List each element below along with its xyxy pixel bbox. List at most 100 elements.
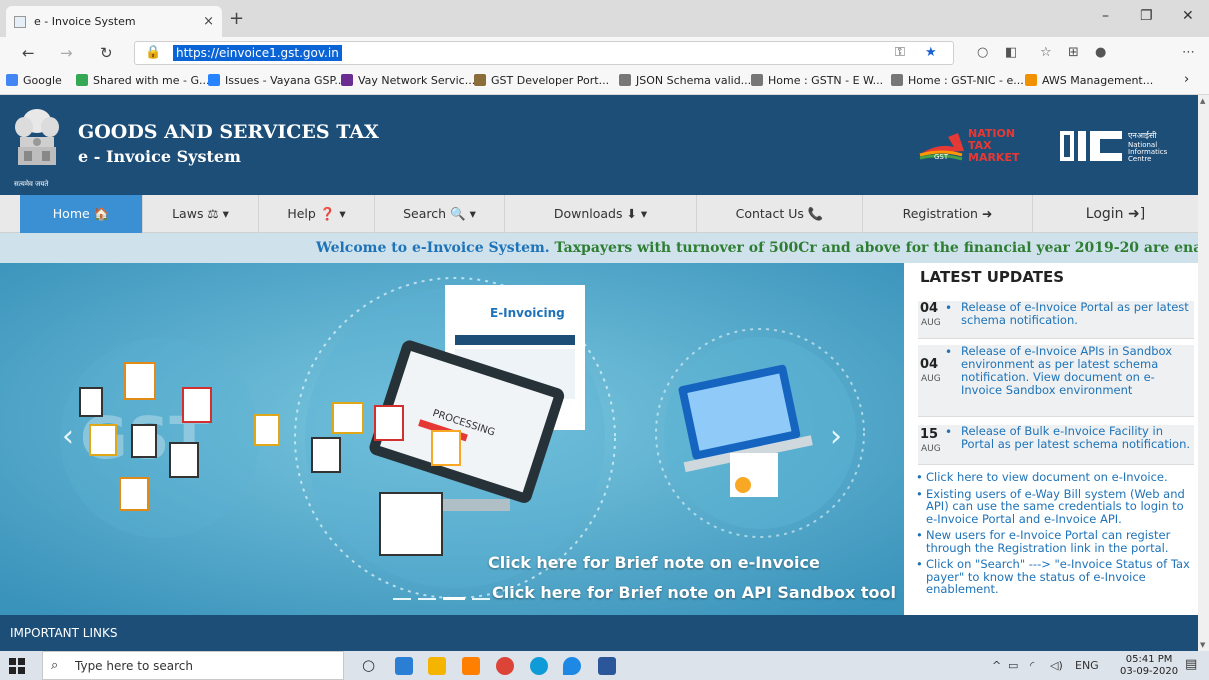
update-text[interactable]: Release of e-Invoice Portal as per lates… [961, 301, 1193, 327]
address-bar[interactable]: 🔒 https://einvoice1.gst.gov.in ⚿ ★ [134, 41, 954, 65]
jira-icon [208, 74, 220, 86]
tab-close-icon[interactable]: × [203, 14, 214, 29]
url-text[interactable]: https://einvoice1.gst.gov.in [173, 45, 342, 61]
extension-puzzle-icon[interactable]: ◧ [1005, 45, 1017, 60]
drop-app-icon[interactable] [563, 657, 581, 675]
refresh-icon[interactable]: ↻ [100, 44, 113, 62]
svg-text:›: › [830, 419, 842, 454]
update-month: AUG [921, 374, 941, 384]
network-icon [341, 74, 353, 86]
more-bookmarks-icon[interactable]: › [1184, 72, 1189, 87]
nav-registration[interactable]: Registration ➜ [863, 195, 1033, 233]
update-month: AUG [921, 444, 941, 454]
note-item[interactable]: Existing users of e-Way Bill system (Web… [916, 487, 1194, 526]
svg-text:‹: ‹ [62, 419, 74, 454]
main-nav: Home 🏠 Laws ⚖ ▾ Help ❓ ▾ Search 🔍 ▾ Down… [0, 195, 1198, 233]
wifi-icon[interactable]: ◜ [1030, 659, 1034, 672]
sublime-icon[interactable] [462, 657, 480, 675]
back-icon[interactable]: ← [22, 44, 35, 62]
chrome-icon[interactable] [496, 657, 514, 675]
bookmark-issues[interactable]: Issues - Vayana GSP... [208, 74, 345, 87]
update-item[interactable]: 04 AUG • Release of e-Invoice APIs in Sa… [918, 345, 1194, 417]
update-item[interactable]: 15 AUG • Release of Bulk e-Invoice Facil… [918, 425, 1194, 465]
site-title: GOODS AND SERVICES TAX [78, 121, 379, 143]
bookmark-gst-developer[interactable]: GST Developer Port... [474, 74, 609, 87]
favorites-list-icon[interactable]: ☆ [1040, 45, 1052, 60]
nav-home[interactable]: Home 🏠 [20, 195, 143, 233]
close-window-button[interactable]: ✕ [1182, 8, 1194, 24]
favorite-star-icon[interactable]: ★ [925, 45, 937, 60]
notifications-icon[interactable]: ▤ [1185, 657, 1197, 672]
update-text[interactable]: Release of e-Invoice APIs in Sandbox env… [961, 345, 1193, 397]
file-explorer-icon[interactable] [428, 657, 446, 675]
drive-icon [76, 74, 88, 86]
taskbar-people-icon[interactable] [395, 657, 413, 675]
bookmark-vay-network[interactable]: Vay Network Servic... [341, 74, 475, 87]
language-indicator[interactable]: ENG [1075, 659, 1099, 672]
edge-icon[interactable] [530, 657, 548, 675]
windows-start-icon[interactable] [8, 657, 26, 675]
hero-banner: GST ‹ › E-Invoicing PROCESSING [0, 263, 904, 615]
tab-favicon-icon [14, 15, 26, 28]
new-tab-button[interactable]: + [229, 8, 244, 29]
bookmark-json-schema[interactable]: JSON Schema valid... [619, 74, 751, 87]
page-icon [751, 74, 763, 86]
bookmark-gstn-ew[interactable]: Home : GSTN - E W... [751, 74, 883, 87]
bookmark-google[interactable]: Google [6, 74, 62, 87]
nav-laws[interactable]: Laws ⚖ ▾ [143, 195, 259, 233]
page-scrollbar[interactable]: ▲ ▼ [1198, 95, 1209, 651]
cortana-icon[interactable]: ○ [362, 656, 375, 674]
collections-icon[interactable]: ⊞ [1068, 45, 1079, 60]
update-day: 04 [920, 301, 939, 316]
nic-logo: एनआईसी National Informatics Centre [1060, 130, 1168, 163]
svg-text:GST: GST [934, 153, 949, 161]
scroll-down-icon[interactable]: ▼ [1200, 641, 1205, 649]
key-icon[interactable]: ⚿ [895, 45, 905, 60]
clock-time: 05:41 PM [1125, 654, 1173, 665]
scroll-up-icon[interactable]: ▲ [1200, 97, 1205, 105]
site-subtitle: e - Invoice System [78, 147, 241, 166]
bookmark-shared[interactable]: Shared with me - G... [76, 74, 210, 87]
nav-help[interactable]: Help ❓ ▾ [259, 195, 375, 233]
note-item[interactable]: Click on "Search" ---> "e-Invoice Status… [916, 558, 1194, 596]
brief-note-api-sandbox-link[interactable]: Click here for Brief note on API Sandbox… [492, 583, 896, 602]
taskbar-search-box[interactable]: ⌕ Type here to search [42, 651, 344, 680]
extension-circle-icon[interactable]: ○ [977, 45, 988, 60]
bookmark-gst-nic[interactable]: Home : GST-NIC - e... [891, 74, 1024, 87]
network-icon[interactable]: ▭ [1008, 659, 1018, 672]
browser-tab[interactable]: e - Invoice System × [6, 6, 222, 37]
announcement-marquee: Welcome to e-Invoice System. Taxpayers w… [0, 233, 1198, 263]
note-item[interactable]: New users for e-Invoice Portal can regis… [916, 529, 1194, 554]
nav-login[interactable]: Login ➜] [1033, 195, 1198, 233]
update-month: AUG [921, 318, 941, 328]
marquee-text[interactable]: Welcome to e-Invoice System. Taxpayers w… [316, 240, 1198, 256]
maximize-button[interactable]: ❐ [1140, 8, 1153, 24]
emblem-icon [474, 74, 486, 86]
taskbar-clock[interactable]: 05:41 PM 03-09-2020 [1120, 654, 1178, 678]
note-item[interactable]: Click here to view document on e-Invoice… [916, 471, 1194, 484]
forward-icon[interactable]: → [60, 44, 73, 62]
profile-avatar-icon[interactable]: ● [1095, 45, 1106, 60]
nav-contact-us[interactable]: Contact Us 📞 [697, 195, 863, 233]
search-icon: ⌕ [51, 658, 59, 673]
brief-note-einvoice-link[interactable]: Click here for Brief note on e-Invoice [488, 553, 820, 572]
svg-text:Centre: Centre [1128, 155, 1151, 163]
tray-overflow-icon[interactable]: ^ [992, 659, 1001, 672]
site-header: सत्यमेव जयते GOODS AND SERVICES TAX e - … [0, 95, 1198, 195]
update-text[interactable]: Release of Bulk e-Invoice Facility in Po… [961, 425, 1193, 451]
notes-list: Click here to view document on e-Invoice… [916, 471, 1194, 600]
banner-einvoicing-label: E-Invoicing [490, 306, 565, 320]
important-links-bar: IMPORTANT LINKS [0, 615, 1198, 651]
minimize-button[interactable]: – [1102, 8, 1109, 24]
update-item[interactable]: 04 AUG • Release of e-Invoice Portal as … [918, 301, 1194, 339]
bookmarks-bar: Google Shared with me - G... Issues - Va… [0, 69, 1209, 95]
volume-icon[interactable]: ◁) [1050, 659, 1063, 672]
nav-search[interactable]: Search 🔍 ▾ [375, 195, 505, 233]
windows-taskbar: ⌕ Type here to search ○ ^ ▭ ◜ ◁) ENG 05:… [0, 651, 1209, 680]
update-day: 15 [920, 427, 939, 442]
aws-icon [1025, 74, 1037, 86]
more-menu-icon[interactable]: ⋯ [1182, 45, 1195, 60]
word-icon[interactable] [598, 657, 616, 675]
nav-downloads[interactable]: Downloads ⬇ ▾ [505, 195, 697, 233]
bookmark-aws[interactable]: AWS Management... [1025, 74, 1153, 87]
